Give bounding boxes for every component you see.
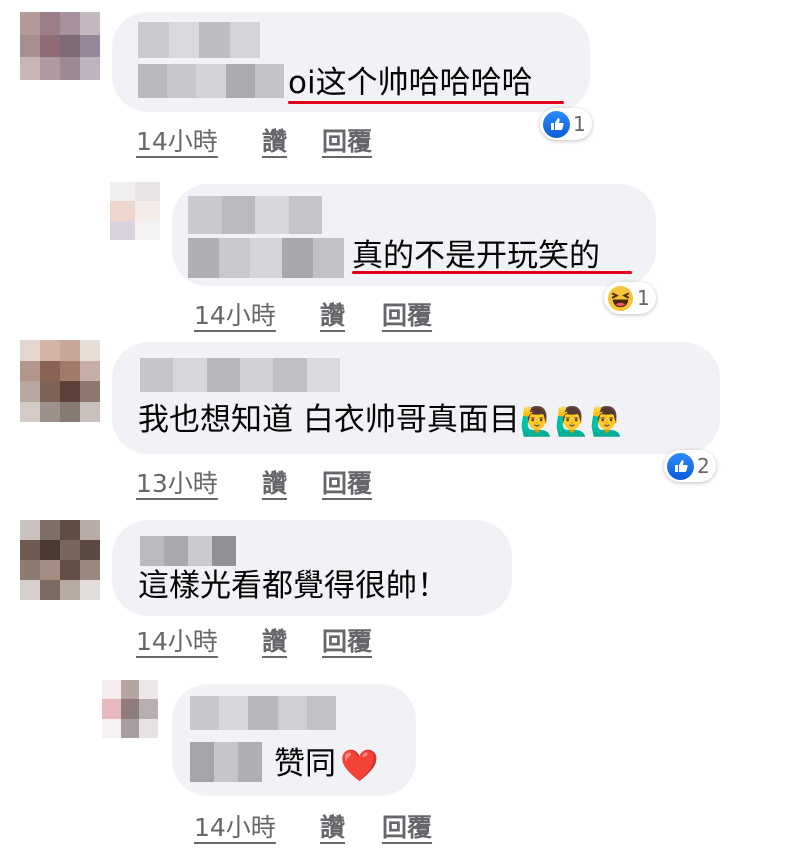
comment-timestamp[interactable]: 13小時: [136, 464, 218, 500]
commenter-name[interactable]: [140, 536, 236, 566]
raising-hand-emoji-icon: 🙋‍♂️🙋‍♂️🙋‍♂️: [519, 404, 625, 438]
like-button[interactable]: 讚: [262, 622, 287, 658]
comment-timestamp[interactable]: 14小時: [136, 122, 218, 158]
commenter-name[interactable]: [190, 696, 337, 730]
like-button[interactable]: 讚: [262, 122, 287, 158]
comment-timestamp[interactable]: 14小時: [194, 808, 276, 844]
avatar[interactable]: [20, 340, 100, 422]
reaction-count: 2: [697, 454, 710, 478]
reaction-count: 1: [573, 112, 586, 136]
reply-button[interactable]: 回覆: [322, 122, 372, 158]
mentioned-name[interactable]: [188, 238, 345, 278]
reply-button[interactable]: 回覆: [382, 808, 432, 844]
like-icon: [543, 110, 570, 138]
haha-icon: [607, 285, 634, 311]
mentioned-name[interactable]: [138, 64, 285, 98]
like-button[interactable]: 讚: [320, 296, 345, 332]
comment-text: 我也想知道 白衣帅哥真面目🙋‍♂️🙋‍♂️🙋‍♂️: [138, 400, 624, 442]
commenter-name[interactable]: [138, 22, 260, 58]
comment-text: 赞同 ❤️: [274, 746, 379, 784]
like-icon: [667, 452, 694, 480]
comment-timestamp[interactable]: 14小時: [194, 296, 276, 332]
reply-button[interactable]: 回覆: [322, 622, 372, 658]
reply-button[interactable]: 回覆: [322, 464, 372, 500]
commenter-name[interactable]: [140, 358, 340, 392]
avatar[interactable]: [102, 680, 158, 738]
highlight-underline: [352, 271, 632, 274]
reaction-badge[interactable]: 1: [540, 108, 592, 140]
reply-button[interactable]: 回覆: [382, 296, 432, 332]
comment-text: 這樣光看都覺得很帥！: [138, 568, 448, 604]
highlight-underline: [288, 101, 564, 104]
reaction-badge[interactable]: 2: [664, 450, 716, 482]
avatar[interactable]: [110, 182, 160, 240]
avatar[interactable]: [20, 520, 100, 600]
reaction-count: 1: [637, 286, 650, 310]
like-button[interactable]: 讚: [320, 808, 345, 844]
commenter-name[interactable]: [188, 196, 322, 234]
heart-emoji-icon: ❤️: [340, 747, 379, 784]
avatar[interactable]: [20, 12, 100, 80]
comment-text: 真的不是开玩笑的: [352, 238, 600, 274]
comment-text: oi这个帅哈哈哈哈: [288, 65, 533, 101]
like-button[interactable]: 讚: [262, 464, 287, 500]
reaction-badge[interactable]: 1: [604, 282, 656, 314]
mentioned-name[interactable]: [190, 742, 262, 782]
comment-timestamp[interactable]: 14小時: [136, 622, 218, 658]
